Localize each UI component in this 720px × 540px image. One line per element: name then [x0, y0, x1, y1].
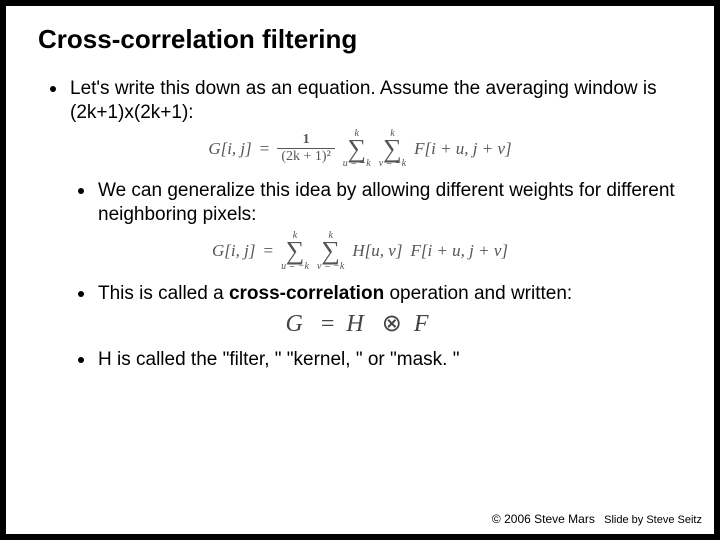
sigma-icon: ∑ [347, 139, 366, 160]
eq1-equals: = [260, 139, 270, 159]
eq2-sum-u: k ∑ u = −k [281, 231, 309, 272]
eq2-lhs: G[i, j] [212, 241, 255, 261]
bullet-3: This is called a cross-correlation opera… [6, 282, 714, 306]
equation-1: G[i, j] = 1 (2k + 1)² k ∑ u = −k k ∑ v =… [6, 129, 714, 170]
bullet-3-bold: cross-correlation [229, 283, 384, 304]
sigma-icon: ∑ [383, 139, 402, 160]
eq2-sum2-bot: v = −k [317, 262, 344, 272]
eq3-equals: = [321, 311, 335, 337]
eq3-F: F [414, 311, 435, 337]
slide: Cross-correlation filtering Let's write … [6, 6, 714, 534]
eq1-rhs: F[i + u, j + v] [414, 139, 512, 159]
eq2-sum-v: k ∑ v = −k [317, 231, 344, 272]
eq2-equals: = [263, 241, 273, 261]
eq1-frac-num: 1 [299, 133, 314, 148]
bullet-4: H is called the "filter, " "kernel, " or… [6, 348, 714, 372]
bullet-1-text: Let's write this down as an equation. As… [70, 77, 684, 125]
bullet-3-post: operation and written: [384, 283, 572, 304]
bullet-dot-icon [78, 291, 84, 297]
eq1-sum-u: k ∑ u = −k [343, 129, 371, 170]
slide-title: Cross-correlation filtering [6, 24, 714, 55]
bullet-dot-icon [78, 357, 84, 363]
bullet-2: We can generalize this idea by allowing … [6, 179, 714, 227]
footer-copyright: © 2006 Steve Mars [492, 512, 595, 526]
bullet-dot-icon [78, 188, 84, 194]
bullet-3-pre: This is called a [98, 283, 229, 304]
equation-3: G = H ⊗ F [6, 309, 714, 338]
sigma-icon: ∑ [321, 241, 340, 262]
bullet-dot-icon [50, 86, 56, 92]
eq2-rhs: F[i + u, j + v] [410, 241, 508, 261]
eq2-mid: H[u, v] [352, 241, 402, 261]
eq1-frac-den: (2k + 1)² [277, 148, 334, 164]
bullet-2-text: We can generalize this idea by allowing … [98, 179, 684, 227]
bullet-4-text: H is called the "filter, " "kernel, " or… [98, 348, 684, 372]
footer-byline: Slide by Steve Seitz [604, 514, 702, 526]
eq1-sum-v: k ∑ v = −k [379, 129, 406, 170]
eq1-sum2-bot: v = −k [379, 159, 406, 169]
eq3-G: G [285, 311, 308, 337]
eq1-sum1-bot: u = −k [343, 159, 371, 169]
bullet-3-text: This is called a cross-correlation opera… [98, 282, 684, 306]
bullet-1: Let's write this down as an equation. As… [6, 77, 714, 125]
eq3-H: H [346, 311, 369, 337]
footer: © 2006 Steve Mars Slide by Steve Seitz [492, 512, 702, 526]
otimes-icon: ⊗ [382, 311, 402, 337]
sigma-icon: ∑ [286, 241, 305, 262]
eq2-sum1-bot: u = −k [281, 262, 309, 272]
eq1-fraction: 1 (2k + 1)² [277, 133, 334, 164]
eq1-lhs: G[i, j] [208, 139, 251, 159]
equation-2: G[i, j] = k ∑ u = −k k ∑ v = −k H[u, v] … [6, 231, 714, 272]
